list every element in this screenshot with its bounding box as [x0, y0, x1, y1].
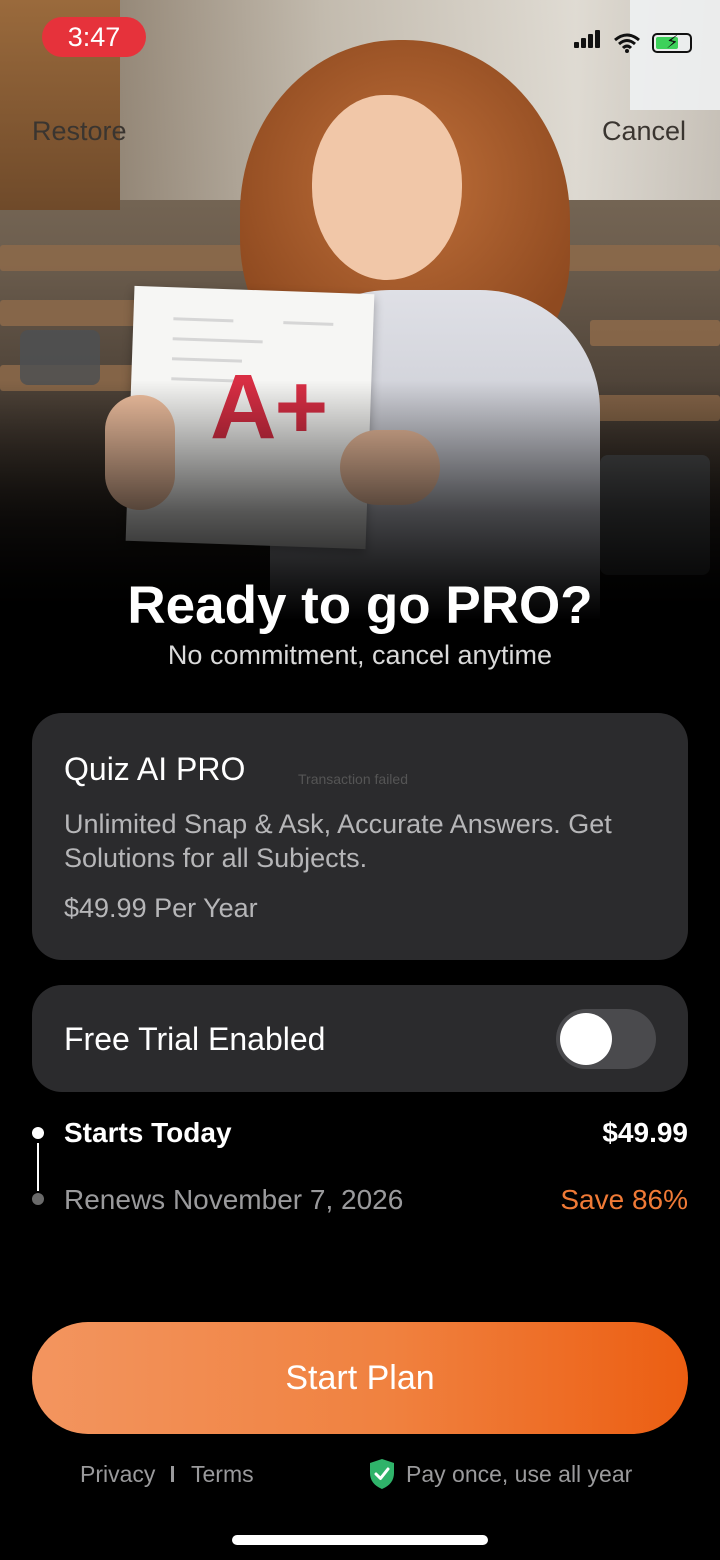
page-title: Ready to go PRO? [127, 576, 593, 635]
free-trial-card: Free Trial Enabled [32, 985, 688, 1092]
terms-link[interactable]: Terms [191, 1461, 254, 1488]
timeline-dot-start [32, 1127, 44, 1139]
free-trial-toggle[interactable] [556, 1009, 656, 1069]
cancel-button[interactable]: Cancel [602, 116, 686, 147]
hero-desk [590, 320, 720, 346]
status-time: 3:47 [42, 17, 146, 57]
renews-date-label: Renews November 7, 2026 [64, 1184, 404, 1215]
restore-button[interactable]: Restore [32, 116, 127, 147]
plan-title: Quiz AI PRO [64, 751, 246, 787]
hero-background-window [630, 0, 720, 110]
privacy-link[interactable]: Privacy [80, 1461, 155, 1488]
hero-desk [0, 245, 250, 271]
hero-girl-face [312, 95, 462, 280]
starts-today-price: $49.99 [602, 1117, 688, 1148]
wifi-icon [614, 33, 640, 53]
hero-chair [20, 330, 100, 385]
plan-price: $49.99 Per Year [64, 893, 258, 923]
status-icons: ⚡ [574, 30, 692, 53]
hero-desk [560, 245, 720, 271]
hero-image: A+ [0, 0, 720, 620]
toggle-knob [560, 1013, 612, 1065]
page-subtitle: No commitment, cancel anytime [167, 640, 553, 670]
home-indicator[interactable] [232, 1535, 488, 1545]
timeline-connector [37, 1143, 39, 1191]
pay-once-note: Pay once, use all year [406, 1461, 633, 1487]
battery-icon: ⚡ [652, 32, 692, 53]
starts-today-label: Starts Today [64, 1117, 232, 1148]
timeline-dot-renew [32, 1193, 44, 1205]
cellular-signal-icon [574, 30, 602, 53]
start-plan-button[interactable]: Start Plan [32, 1322, 688, 1434]
free-trial-label: Free Trial Enabled [64, 1021, 326, 1057]
footer-divider [171, 1466, 174, 1482]
save-percentage-badge: Save 86% [560, 1184, 688, 1215]
transaction-status-overlay: Transaction failed [298, 771, 408, 787]
shield-check-icon [370, 1459, 394, 1489]
plan-description: Unlimited Snap & Ask, Accurate Answers. … [64, 809, 612, 873]
plan-card[interactable]: Quiz AI PRO Unlimited Snap & Ask, Accura… [32, 713, 688, 960]
